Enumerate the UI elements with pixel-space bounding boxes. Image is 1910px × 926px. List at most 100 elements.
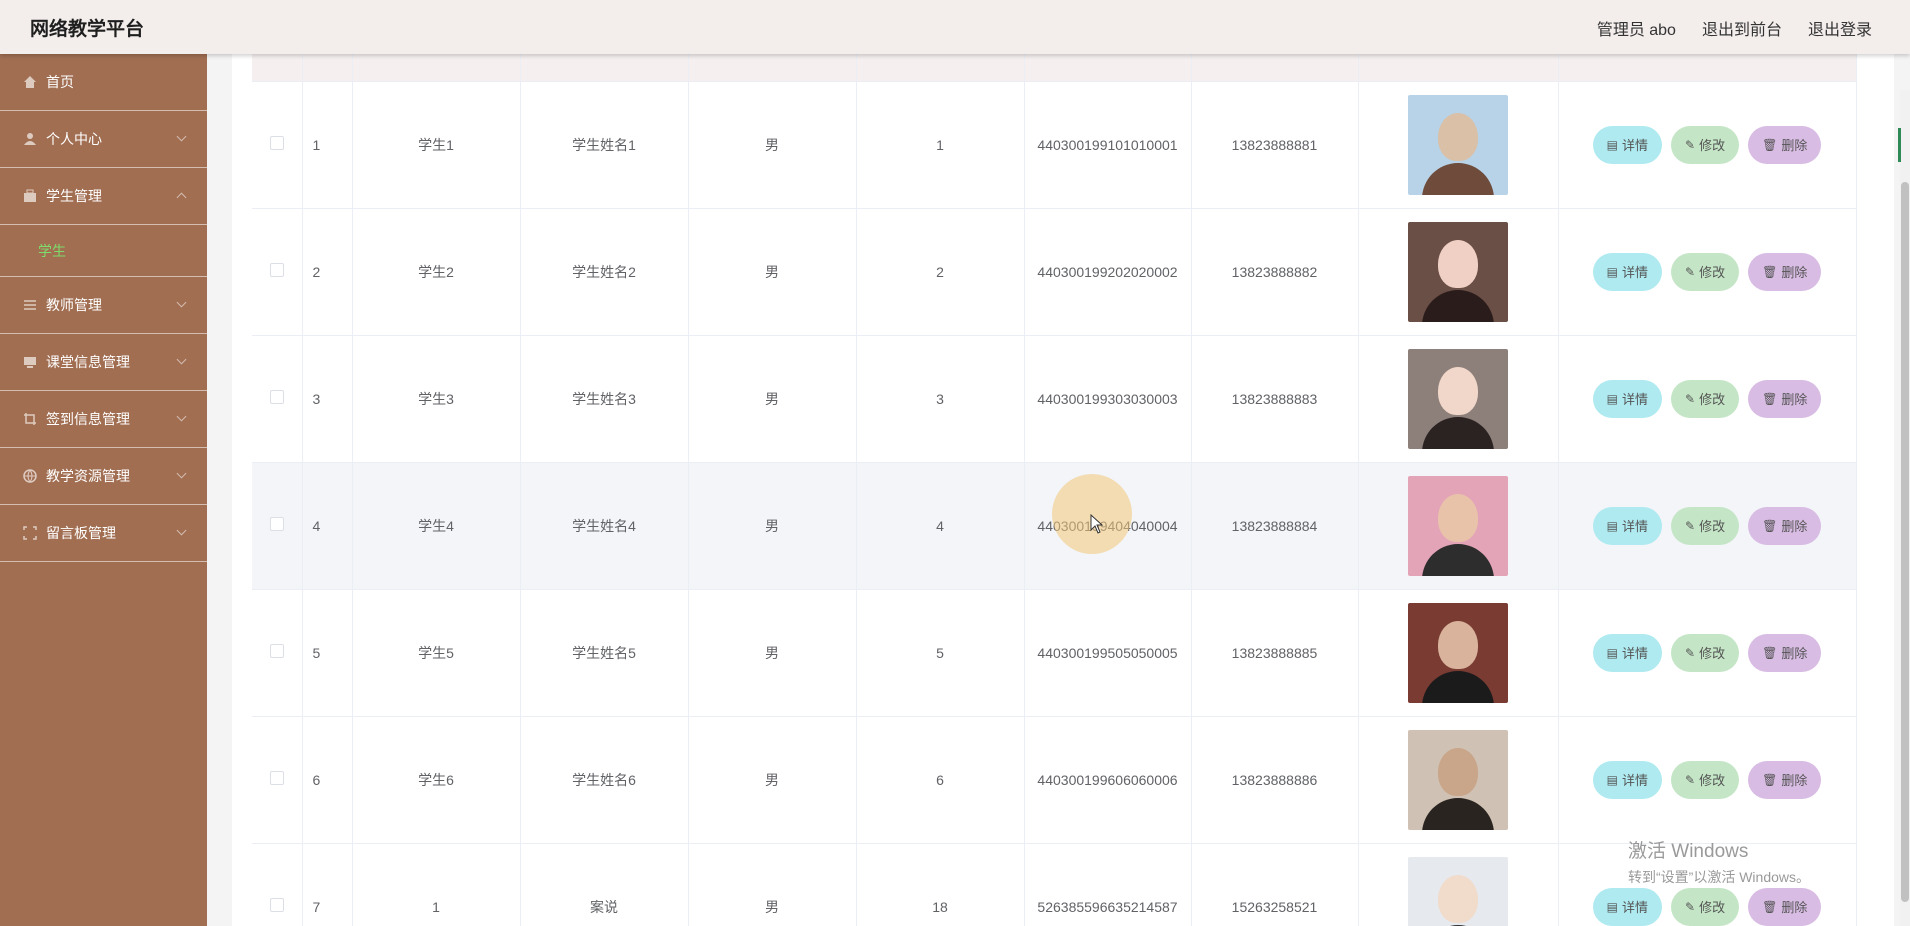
student-photo[interactable] bbox=[1408, 602, 1508, 703]
delete-button[interactable]: 🗑 删除 bbox=[1748, 887, 1822, 926]
row-index: 6 bbox=[302, 716, 353, 844]
sidebar: 首页 个人中心 学生管理 学生 教师管理 课堂信息管理 签到信息管理 教学资源管… bbox=[0, 54, 207, 926]
table-row[interactable]: 5 学生5 学生姓名5 男 5 440300199505050005 13823888885… bbox=[252, 589, 1857, 717]
delete-button[interactable]: 🗑 删除 bbox=[1748, 379, 1822, 418]
cell-photo bbox=[1358, 843, 1559, 926]
edit-button[interactable]: ✎ 修改 bbox=[1671, 252, 1740, 291]
cell-idcard-wrap: 440300199303030003 bbox=[1024, 335, 1192, 463]
cell-name: 学生姓名6 bbox=[520, 716, 689, 844]
delete-button[interactable]: 🗑 删除 bbox=[1748, 252, 1822, 291]
detail-button[interactable]: ▤ 详情 bbox=[1592, 633, 1663, 672]
back-to-front-link[interactable]: 退出到前台 bbox=[1702, 16, 1782, 40]
table-row[interactable]: 4 学生4 学生姓名4 男 4 440300199404040004 13823888884… bbox=[252, 462, 1857, 590]
sidebar-item-students[interactable]: 学生管理 bbox=[0, 168, 207, 225]
mouse-pointer-icon bbox=[1090, 513, 1104, 539]
delete-button[interactable]: 🗑 删除 bbox=[1748, 506, 1822, 545]
sidebar-item-classroom[interactable]: 课堂信息管理 bbox=[0, 334, 207, 391]
detail-button[interactable]: ▤ 详情 bbox=[1592, 887, 1663, 926]
sidebar-item-profile[interactable]: 个人中心 bbox=[0, 111, 207, 168]
row-checkbox-cell[interactable] bbox=[252, 589, 303, 717]
detail-button[interactable]: ▤ 详情 bbox=[1592, 125, 1663, 164]
cell-idcard-wrap: 440300199404040004 bbox=[1024, 462, 1192, 590]
cell-grade: 5 bbox=[856, 589, 1025, 717]
row-checkbox[interactable] bbox=[269, 644, 284, 658]
sidebar-item-label: 留言板管理 bbox=[46, 525, 116, 541]
sidebar-item-teachers[interactable]: 教师管理 bbox=[0, 277, 207, 334]
table-row[interactable]: 3 学生3 学生姓名3 男 3 440300199303030003 13823888883… bbox=[252, 335, 1857, 463]
chevron-down-icon bbox=[176, 468, 187, 479]
cell-xuehao: 学生4 bbox=[352, 462, 521, 590]
edit-button[interactable]: ✎ 修改 bbox=[1671, 125, 1740, 164]
student-photo[interactable] bbox=[1408, 348, 1508, 449]
edit-label: 修改 bbox=[1699, 138, 1726, 153]
cell-phone: 13823888881 bbox=[1191, 81, 1359, 209]
cell-ops: ▤ 详情 ✎ 修改 🗑 删除 bbox=[1558, 462, 1857, 590]
table-row[interactable]: 2 学生2 学生姓名2 男 2 440300199202020002 13823888882… bbox=[252, 208, 1857, 336]
row-checkbox[interactable] bbox=[269, 517, 284, 531]
student-photo[interactable] bbox=[1408, 94, 1508, 195]
edit-label: 修改 bbox=[1699, 646, 1726, 661]
delete-label: 删除 bbox=[1781, 773, 1808, 788]
row-checkbox-cell[interactable] bbox=[252, 335, 303, 463]
vertical-scrollbar[interactable] bbox=[1898, 90, 1910, 926]
sidebar-item-home[interactable]: 首页 bbox=[0, 54, 207, 111]
document-icon: ▤ bbox=[1606, 772, 1618, 787]
student-photo[interactable] bbox=[1408, 729, 1508, 830]
edit-button[interactable]: ✎ 修改 bbox=[1671, 887, 1740, 926]
row-checkbox[interactable] bbox=[269, 771, 284, 785]
cell-idcard: 440300199606060006 bbox=[1037, 771, 1178, 788]
cell-phone: 13823888885 bbox=[1191, 589, 1359, 717]
logout-link[interactable]: 退出登录 bbox=[1808, 16, 1872, 40]
row-actions: ▤ 详情 ✎ 修改 🗑 删除 bbox=[1559, 379, 1856, 418]
table-row[interactable]: 7 1 案说男 18 526385596635214587 15263258521 ▤ 详情 ✎… bbox=[252, 843, 1857, 926]
delete-label: 删除 bbox=[1781, 265, 1808, 280]
edit-button[interactable]: ✎ 修改 bbox=[1671, 506, 1740, 545]
row-checkbox[interactable] bbox=[269, 263, 284, 277]
row-checkbox[interactable] bbox=[269, 898, 284, 912]
delete-button[interactable]: 🗑 删除 bbox=[1748, 633, 1822, 672]
student-photo[interactable] bbox=[1408, 856, 1508, 926]
scrollbar-thumb[interactable] bbox=[1901, 182, 1909, 902]
chevron-down-icon bbox=[176, 131, 187, 142]
row-actions: ▤ 详情 ✎ 修改 🗑 删除 bbox=[1559, 125, 1856, 164]
edit-button[interactable]: ✎ 修改 bbox=[1671, 379, 1740, 418]
row-checkbox-cell[interactable] bbox=[252, 81, 303, 209]
cell-photo bbox=[1358, 462, 1559, 590]
detail-button[interactable]: ▤ 详情 bbox=[1592, 506, 1663, 545]
row-checkbox-cell[interactable] bbox=[252, 843, 303, 926]
admin-user-label[interactable]: 管理员 abo bbox=[1597, 16, 1676, 40]
row-checkbox[interactable] bbox=[269, 136, 284, 150]
table-row[interactable]: 6 学生6 学生姓名6 男 6 440300199606060006 13823888886… bbox=[252, 716, 1857, 844]
row-checkbox-cell[interactable] bbox=[252, 208, 303, 336]
student-photo[interactable] bbox=[1408, 221, 1508, 322]
edit-button[interactable]: ✎ 修改 bbox=[1671, 633, 1740, 672]
sidebar-subitem-student[interactable]: 学生 bbox=[0, 225, 207, 277]
detail-button[interactable]: ▤ 详情 bbox=[1592, 760, 1663, 799]
sidebar-item-messages[interactable]: 留言板管理 bbox=[0, 505, 207, 562]
sidebar-item-label: 课堂信息管理 bbox=[46, 354, 130, 370]
photo-body-shape bbox=[1422, 670, 1494, 703]
cell-ops: ▤ 详情 ✎ 修改 🗑 删除 bbox=[1558, 589, 1857, 717]
row-checkbox-cell[interactable] bbox=[252, 462, 303, 590]
delete-button[interactable]: 🗑 删除 bbox=[1748, 125, 1822, 164]
sidebar-item-label: 教师管理 bbox=[46, 297, 102, 313]
sidebar-item-checkin[interactable]: 签到信息管理 bbox=[0, 391, 207, 448]
sidebar-item-resources[interactable]: 教学资源管理 bbox=[0, 448, 207, 505]
cell-photo bbox=[1358, 716, 1559, 844]
row-checkbox-cell[interactable] bbox=[252, 716, 303, 844]
detail-button[interactable]: ▤ 详情 bbox=[1592, 379, 1663, 418]
cell-idcard: 440300199505050005 bbox=[1037, 644, 1178, 661]
row-index: 3 bbox=[302, 335, 353, 463]
detail-button[interactable]: ▤ 详情 bbox=[1592, 252, 1663, 291]
cell-gender: 男 bbox=[688, 335, 857, 463]
photo-body-shape bbox=[1422, 416, 1494, 449]
sidebar-item-label: 签到信息管理 bbox=[46, 411, 130, 427]
trash-icon: 🗑 bbox=[1762, 899, 1778, 914]
cell-photo bbox=[1358, 81, 1559, 209]
row-checkbox[interactable] bbox=[269, 390, 284, 404]
student-photo[interactable] bbox=[1408, 475, 1508, 576]
delete-button[interactable]: 🗑 删除 bbox=[1748, 760, 1822, 799]
table-row[interactable]: 1 学生1 学生姓名1 男 1 440300199101010001 13823888881… bbox=[252, 81, 1857, 209]
edit-label: 修改 bbox=[1699, 900, 1726, 915]
edit-button[interactable]: ✎ 修改 bbox=[1671, 760, 1740, 799]
